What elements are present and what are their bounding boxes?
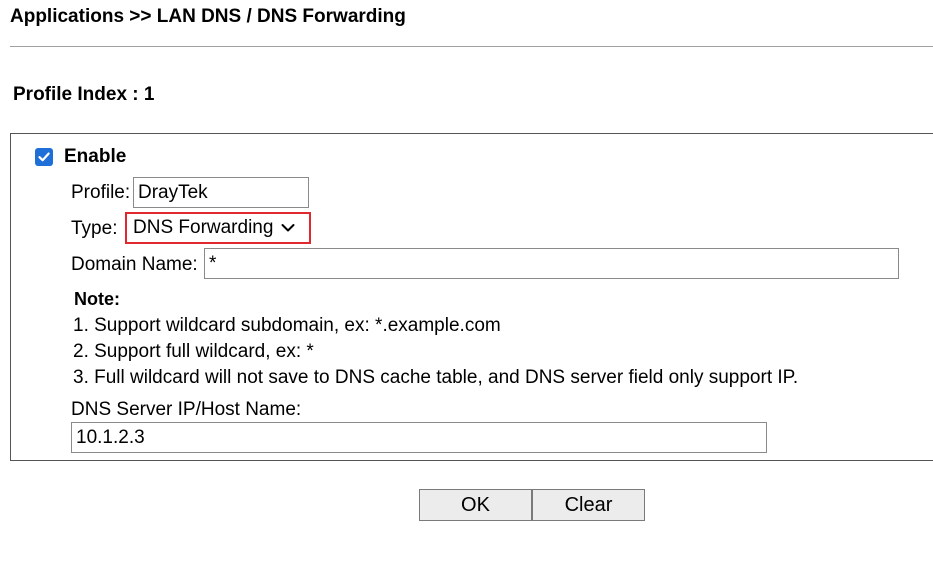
profile-index-label: Profile Index : 1 — [13, 84, 155, 105]
profile-label: Profile: — [71, 182, 131, 203]
domain-name-label: Domain Name: — [71, 254, 198, 275]
profile-panel: Enable Profile: Type: DNS Forwarding Dom… — [10, 133, 933, 461]
page-title: Applications >> LAN DNS / DNS Forwarding — [10, 6, 406, 27]
enable-checkbox[interactable] — [35, 148, 53, 166]
title-divider — [10, 46, 933, 47]
note-line-1: 1. Support wildcard subdomain, ex: *.exa… — [73, 315, 501, 336]
profile-input[interactable] — [133, 177, 309, 208]
type-select-value: DNS Forwarding — [133, 217, 274, 238]
domain-name-input[interactable] — [204, 248, 899, 279]
checkmark-icon — [38, 152, 50, 162]
enable-row: Enable — [35, 146, 126, 168]
ok-button[interactable]: OK — [419, 489, 532, 521]
chevron-down-icon — [281, 223, 295, 233]
enable-label: Enable — [64, 146, 127, 167]
dns-server-label: DNS Server IP/Host Name: — [71, 399, 302, 420]
note-line-3: 3. Full wildcard will not save to DNS ca… — [73, 367, 799, 388]
note-title: Note: — [74, 289, 120, 309]
dns-server-input[interactable] — [71, 422, 767, 453]
type-select[interactable]: DNS Forwarding — [125, 212, 311, 244]
type-label: Type: — [71, 218, 118, 239]
clear-button[interactable]: Clear — [532, 489, 645, 521]
note-line-2: 2. Support full wildcard, ex: * — [73, 341, 314, 362]
